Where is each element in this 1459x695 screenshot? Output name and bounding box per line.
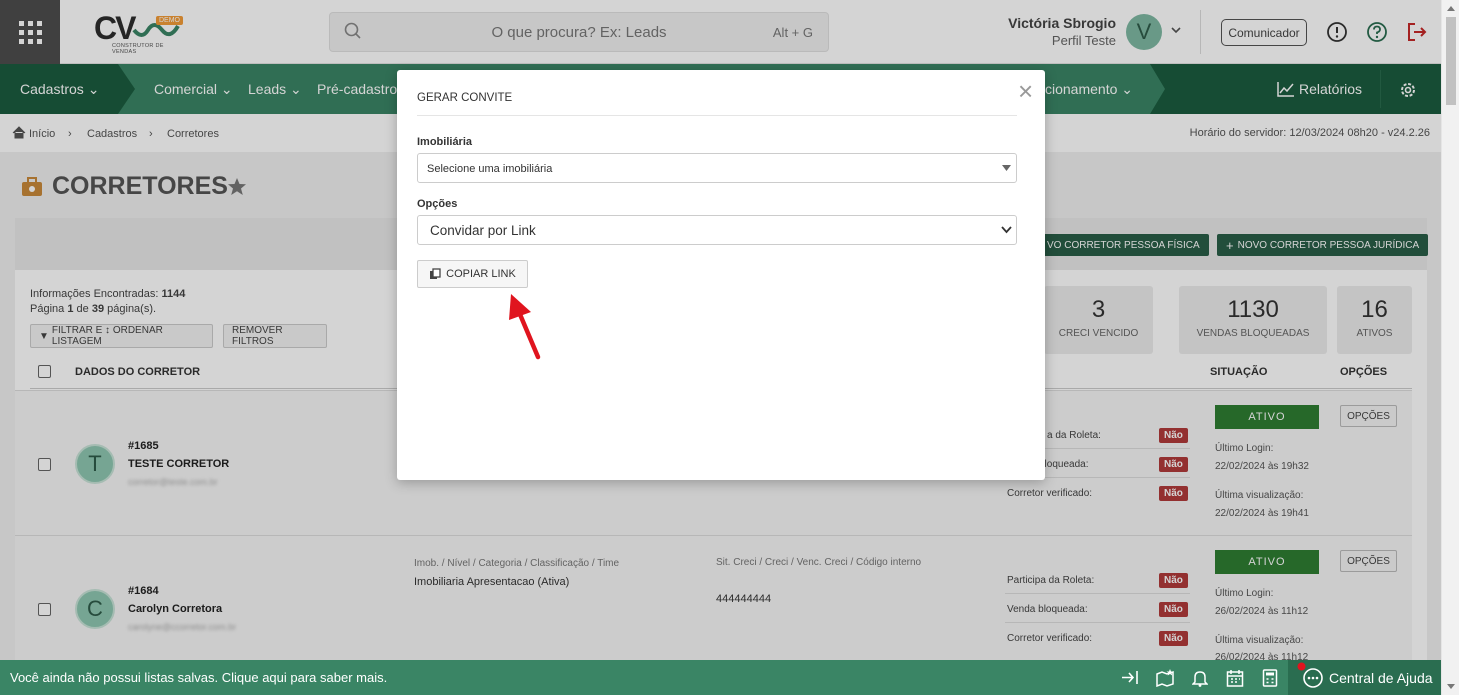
scrollbar-thumb[interactable] [1446, 17, 1456, 105]
collapse-icon[interactable] [1121, 669, 1139, 686]
options-label: Opções [417, 198, 458, 210]
calendar-icon[interactable] [1226, 669, 1244, 687]
options-select[interactable]: Convidar por Link [417, 215, 1017, 245]
scroll-up-icon[interactable] [1446, 4, 1456, 12]
caret-down-icon [1002, 165, 1011, 171]
saved-lists-message[interactable]: Você ainda não possui listas salvas. Cli… [10, 670, 387, 685]
copy-icon [430, 268, 441, 279]
notification-dot-icon [1297, 662, 1306, 671]
imobiliaria-label: Imobiliária [417, 136, 473, 148]
bell-icon[interactable] [1192, 669, 1208, 687]
help-center-button[interactable]: Central de Ajuda [1288, 660, 1441, 695]
imobiliaria-select[interactable]: Selecione uma imobiliária [417, 153, 1017, 183]
chevron-down-icon [1001, 226, 1012, 234]
page-scrollbar[interactable] [1441, 0, 1459, 695]
arrow-annotation-icon [509, 294, 541, 360]
options-select-value: Convidar por Link [430, 223, 536, 238]
scroll-down-icon[interactable] [1446, 683, 1456, 691]
modal-title: GERAR CONVITE [417, 92, 513, 104]
divider [417, 115, 1017, 116]
button-label: COPIAR LINK [446, 268, 516, 280]
imobiliaria-select-value: Selecione uma imobiliária [427, 163, 553, 175]
bottom-bar: Você ainda não possui listas salvas. Cli… [0, 660, 1441, 695]
help-center-label: Central de Ajuda [1329, 670, 1433, 686]
map-star-icon[interactable] [1155, 669, 1175, 687]
calculator-icon[interactable] [1262, 669, 1278, 687]
copy-link-button[interactable]: COPIAR LINK [417, 260, 528, 288]
close-icon[interactable]: × [1018, 78, 1033, 104]
invite-modal: GERAR CONVITE × Imobiliária Selecione um… [397, 70, 1045, 480]
